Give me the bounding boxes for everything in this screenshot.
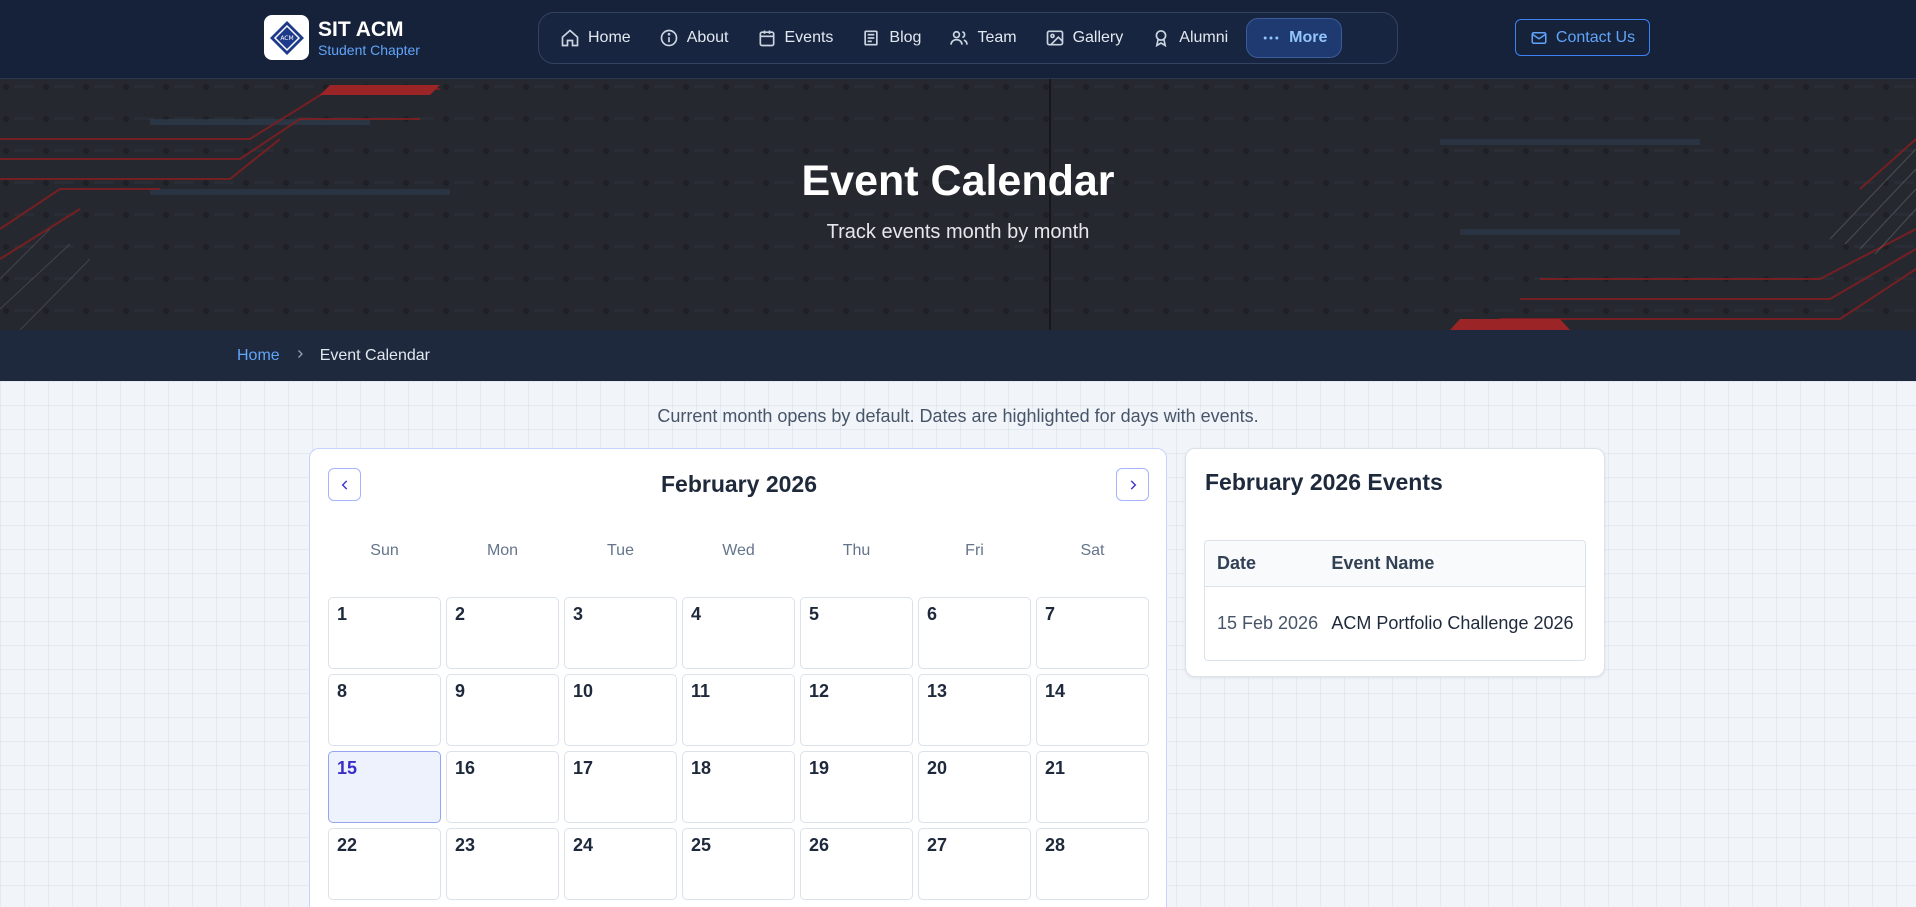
weekday-label: Sun (370, 542, 399, 559)
header-event-name: Event Name (1331, 553, 1435, 573)
calendar-day[interactable]: 28 (1036, 828, 1149, 900)
breadcrumb: Home Event Calendar (0, 330, 1916, 381)
header-date: Date (1217, 553, 1257, 573)
award-icon (1155, 30, 1167, 48)
mail-icon (1531, 31, 1547, 44)
brand-title: SIT ACM (318, 17, 404, 41)
nav-alumni[interactable]: Alumni (1137, 18, 1242, 58)
nav-blog[interactable]: Blog (847, 18, 935, 58)
nav-blog-label: Blog (889, 29, 922, 46)
calendar-day[interactable]: 16 (446, 751, 559, 823)
acm-diamond-icon: ACM (269, 20, 304, 55)
nav-alumni-label: Alumni (1179, 29, 1229, 46)
events-panel-title: February 2026 Events (1205, 469, 1443, 495)
page-subtitle: Track events month by month (826, 221, 1090, 243)
nav-home[interactable]: Home (546, 18, 645, 58)
main-nav: Home About Events Blog Team Gallery Alum… (538, 12, 1398, 64)
nav-about[interactable]: About (645, 18, 743, 58)
calendar-day[interactable]: 9 (446, 674, 559, 746)
calendar-day[interactable]: 12 (800, 674, 913, 746)
chevron-right-icon (1130, 479, 1136, 490)
events-panel: February 2026 Events Date Event Name 15 … (1185, 448, 1605, 677)
contact-us-button[interactable]: Contact Us (1515, 19, 1650, 56)
acm-logo: ACM (264, 15, 309, 60)
calendar-day[interactable]: 18 (682, 751, 795, 823)
calendar-day[interactable]: 10 (564, 674, 677, 746)
svg-text:ACM: ACM (280, 35, 293, 42)
weekday-label: Thu (842, 542, 871, 559)
chevron-right-icon (294, 347, 306, 365)
event-date: 15 Feb 2026 (1217, 613, 1319, 633)
calendar-day-with-event[interactable]: 15 (328, 751, 441, 823)
calendar-day[interactable]: 8 (328, 674, 441, 746)
calendar-day[interactable]: 25 (682, 828, 795, 900)
calendar-day[interactable]: 17 (564, 751, 677, 823)
weekday-label: Fri (965, 542, 984, 559)
calendar-card: February 2026 Sun Mon Tue Wed Thu Fri Sat 1234… (309, 448, 1167, 907)
calendar-day[interactable]: 7 (1036, 597, 1149, 669)
calendar-day[interactable]: 1 (328, 597, 441, 669)
navbar: ACM SIT ACM Student Chapter Home About E… (0, 0, 1916, 79)
calendar-day[interactable]: 21 (1036, 751, 1149, 823)
contact-us-label: Contact Us (1555, 28, 1636, 46)
info-icon (660, 29, 678, 47)
weekday-label: Mon (486, 542, 519, 559)
calendar-note: Current month opens by default. Dates ar… (657, 406, 1259, 426)
newspaper-icon (864, 30, 879, 46)
calendar-day[interactable]: 24 (564, 828, 677, 900)
nav-events-label: Events (784, 29, 834, 46)
weekday-label: Tue (607, 542, 634, 559)
weekday-label: Sat (1080, 542, 1105, 559)
calendar-day[interactable]: 26 (800, 828, 913, 900)
page-title: Event Calendar (801, 157, 1115, 205)
image-icon (1046, 30, 1063, 46)
nav-more-label: More (1289, 29, 1328, 46)
home-icon (561, 29, 579, 47)
breadcrumb-current: Event Calendar (319, 346, 430, 364)
next-month-button[interactable] (1116, 468, 1149, 501)
calendar-day[interactable]: 11 (682, 674, 795, 746)
users-icon (950, 30, 969, 45)
more-dots-icon (1263, 36, 1279, 40)
hero-banner: Event Calendar Track events month by mon… (0, 79, 1916, 330)
nav-about-label: About (686, 29, 729, 46)
nav-gallery-label: Gallery (1072, 29, 1124, 46)
calendar-day[interactable]: 19 (800, 751, 913, 823)
calendar-day[interactable]: 13 (918, 674, 1031, 746)
calendar-day[interactable]: 6 (918, 597, 1031, 669)
event-name: ACM Portfolio Challenge 2026 (1331, 613, 1574, 633)
brand[interactable]: ACM SIT ACM Student Chapter (264, 15, 420, 60)
nav-home-label: Home (588, 29, 631, 46)
brand-subtitle: Student Chapter (318, 41, 420, 58)
calendar-day[interactable]: 14 (1036, 674, 1149, 746)
events-table: Date Event Name 15 Feb 2026 ACM Portfoli… (1204, 540, 1586, 661)
calendar-icon (759, 30, 774, 47)
calendar-day[interactable]: 5 (800, 597, 913, 669)
calendar-day[interactable]: 23 (446, 828, 559, 900)
breadcrumb-home-link[interactable]: Home (237, 347, 280, 365)
events-table-header: Date Event Name (1205, 541, 1585, 587)
prev-month-button[interactable] (328, 468, 361, 501)
nav-team-label: Team (977, 29, 1017, 46)
calendar-day[interactable]: 22 (328, 828, 441, 900)
calendar-day[interactable]: 4 (682, 597, 795, 669)
calendar-day[interactable]: 27 (918, 828, 1031, 900)
nav-more[interactable]: More (1246, 18, 1343, 58)
chevron-left-icon (341, 479, 347, 490)
nav-events[interactable]: Events (743, 18, 848, 58)
calendar-day[interactable]: 20 (918, 751, 1031, 823)
calendar-day[interactable]: 2 (446, 597, 559, 669)
calendar-day[interactable]: 3 (564, 597, 677, 669)
calendar-month-label: February 2026 (661, 471, 817, 497)
weekday-label: Wed (722, 542, 755, 559)
nav-gallery[interactable]: Gallery (1031, 18, 1138, 58)
nav-team[interactable]: Team (935, 18, 1030, 58)
table-row[interactable]: 15 Feb 2026 ACM Portfolio Challenge 2026 (1205, 587, 1585, 660)
